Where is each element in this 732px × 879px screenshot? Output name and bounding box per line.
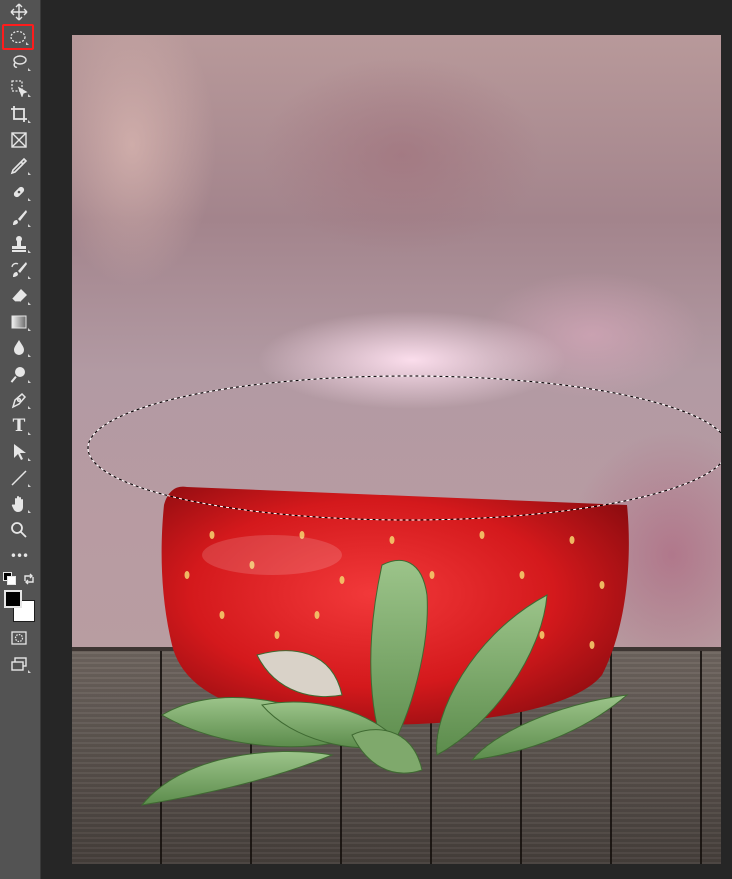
type-tool-icon[interactable]: T <box>4 414 34 438</box>
frame-tool-icon[interactable] <box>4 128 34 152</box>
eyedropper-tool-icon[interactable] <box>4 154 34 178</box>
line-tool-icon[interactable] <box>4 466 34 490</box>
foreground-color-swatch[interactable] <box>4 590 22 608</box>
crop-tool-icon[interactable] <box>4 102 34 126</box>
zoom-tool-icon[interactable] <box>4 518 34 542</box>
document-workspace[interactable] <box>41 0 732 879</box>
elliptical-selection-marquee[interactable] <box>72 35 721 864</box>
eraser-tool-icon[interactable] <box>4 284 34 308</box>
edit-toolbar-icon[interactable]: ••• <box>4 544 34 568</box>
path-selection-tool-icon[interactable] <box>4 440 34 464</box>
object-selection-tool-icon[interactable] <box>4 76 34 100</box>
tools-panel: T ••• <box>0 0 41 879</box>
brush-tool-icon[interactable] <box>4 206 34 230</box>
screen-mode-icon[interactable] <box>4 652 34 676</box>
spot-healing-brush-tool-icon[interactable] <box>4 180 34 204</box>
dodge-tool-icon[interactable] <box>4 362 34 386</box>
quick-mask-icon[interactable] <box>4 626 34 650</box>
gradient-tool-icon[interactable] <box>4 310 34 334</box>
swap-colors-icon[interactable] <box>22 571 36 585</box>
blur-tool-icon[interactable] <box>4 336 34 360</box>
move-tool-icon[interactable] <box>4 0 34 24</box>
pen-tool-icon[interactable] <box>4 388 34 412</box>
elliptical-marquee-tool-icon[interactable] <box>2 24 34 50</box>
document-canvas[interactable] <box>72 35 721 864</box>
history-brush-tool-icon[interactable] <box>4 258 34 282</box>
clone-stamp-tool-icon[interactable] <box>4 232 34 256</box>
hand-tool-icon[interactable] <box>4 492 34 516</box>
lasso-tool-icon[interactable] <box>4 50 34 74</box>
default-colors-icon[interactable] <box>3 572 16 585</box>
